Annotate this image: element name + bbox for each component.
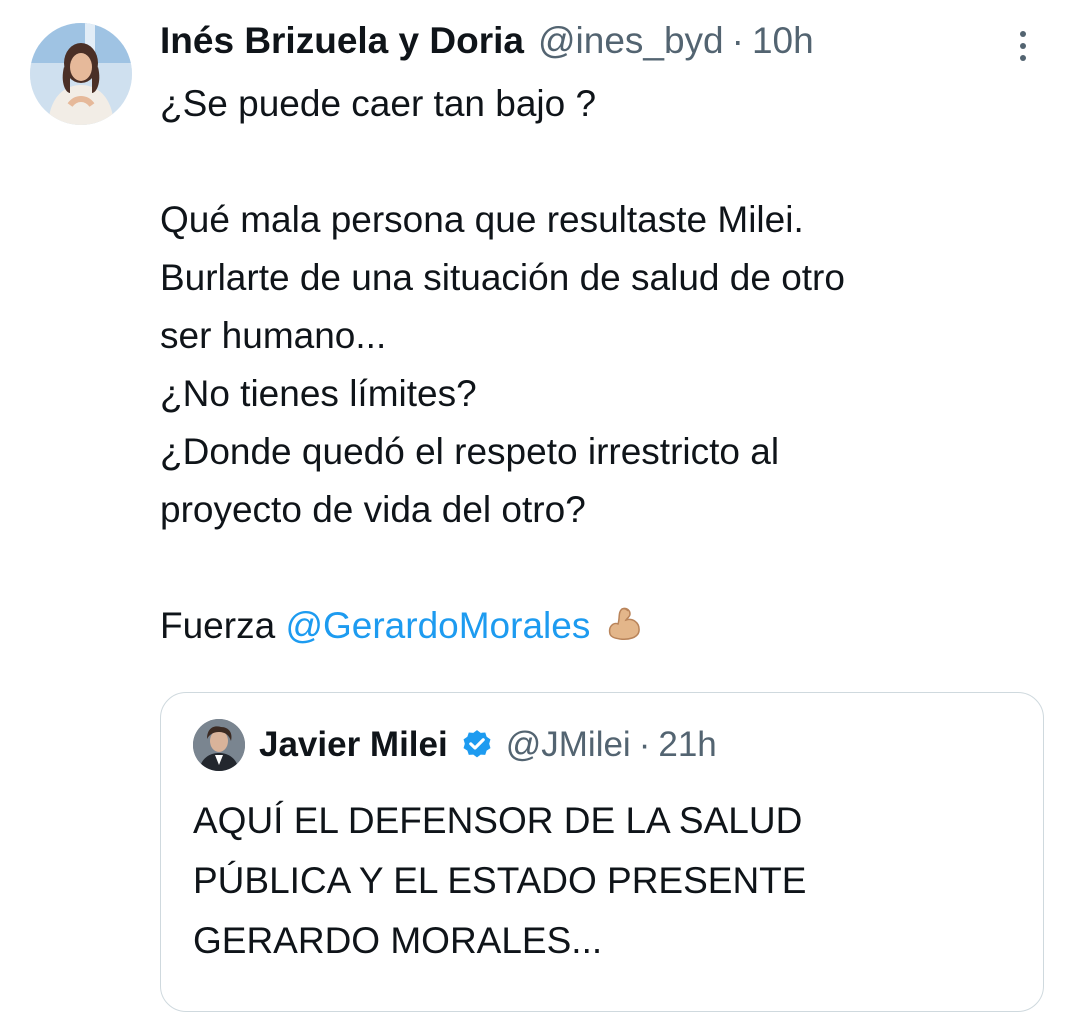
quoted-author-handle[interactable]: @JMilei (506, 725, 631, 765)
verified-badge-icon (460, 728, 494, 762)
tweet-line (160, 539, 1060, 597)
tweet-line: ¿Donde quedó el respeto irrestricto al (160, 431, 780, 472)
tweet-text: ¿Se puede caer tan bajo ? Qué mala perso… (160, 75, 1060, 655)
quoted-header-separator: · (638, 725, 651, 764)
author-handle[interactable]: @ines_byd (538, 16, 724, 66)
author-avatar[interactable] (30, 23, 132, 125)
quoted-author-name[interactable]: Javier Milei (259, 725, 448, 765)
tweet-line: ser humano... (160, 315, 387, 356)
quoted-tweet-text: AQUÍ EL DEFENSOR DE LA SALUD PÚBLICA Y E… (193, 791, 1033, 971)
tweet-closing-line: Fuerza @GerardoMorales (160, 597, 1060, 655)
avatar-photo (30, 23, 132, 125)
mention-link[interactable]: @GerardoMorales (285, 605, 590, 646)
tweet-line: Qué mala persona que resultaste Milei. (160, 199, 804, 240)
quoted-tweet-header: Javier Milei @JMilei · 21h (259, 719, 717, 771)
closing-text: Fuerza (160, 605, 286, 646)
quoted-tweet-timestamp[interactable]: 21h (658, 725, 716, 765)
header-separator: · (731, 20, 744, 61)
quoted-avatar-photo (193, 719, 245, 771)
tweet-line: Burlarte de una situación de salud de ot… (160, 257, 845, 298)
tweet-line: proyecto de vida del otro? (160, 489, 586, 530)
quoted-tweet-line: GERARDO MORALES... (193, 920, 603, 961)
flexed-biceps-icon (604, 604, 644, 644)
author-name[interactable]: Inés Brizuela y Doria (160, 16, 524, 66)
quoted-author-avatar[interactable] (193, 719, 245, 771)
tweet-timestamp[interactable]: 10h (752, 16, 814, 66)
tweet-header: Inés Brizuela y Doria @ines_byd · 10h (160, 16, 814, 66)
quoted-tweet-line: PÚBLICA Y EL ESTADO PRESENTE (193, 860, 807, 901)
quoted-tweet-card[interactable]: Javier Milei @JMilei · 21h AQUÍ EL DEFEN… (160, 692, 1044, 1012)
tweet-line: ¿No tienes límites? (160, 373, 477, 414)
quoted-tweet-line: AQUÍ EL DEFENSOR DE LA SALUD (193, 800, 803, 841)
more-options-icon[interactable] (1008, 26, 1038, 66)
tweet-line (160, 133, 1060, 191)
tweet-line: ¿Se puede caer tan bajo ? (160, 83, 597, 124)
